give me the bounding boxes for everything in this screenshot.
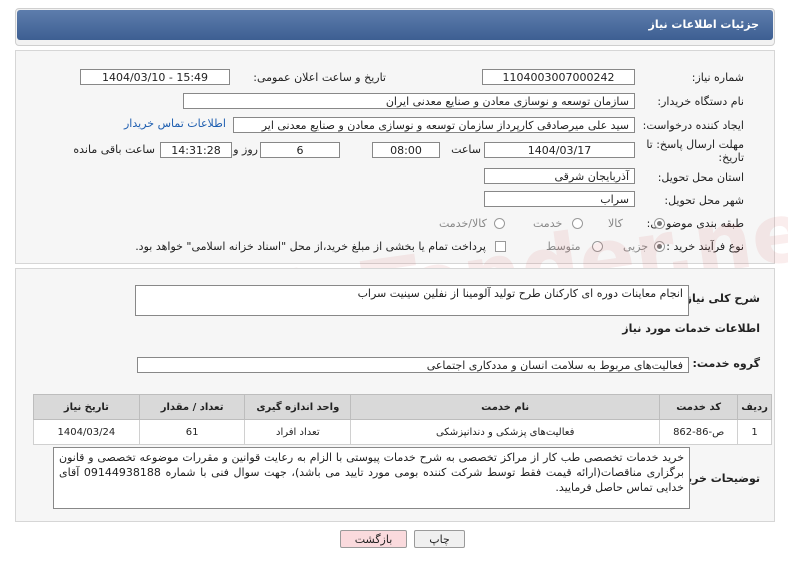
table-row: 1 ص-86-862 فعالیت‌های پزشکی و دندانپزشکی… [33,419,772,445]
deadline-label: مهلت ارسال پاسخ: تا [646,138,744,151]
purchase-minor-radio[interactable] [654,241,665,252]
table-header-row: ردیف کد خدمت نام خدمت واحد اندازه گیری ت… [33,394,772,420]
back-button[interactable]: بازگشت [340,530,407,548]
category-goods-service-label: کالا/خدمت [439,217,487,230]
col-row-header: ردیف [737,394,772,420]
header-frame: جزئیات اطلاعات نیاز [15,8,775,46]
category-goods-radio[interactable] [654,218,665,229]
province-label: استان محل تحویل: [657,171,744,184]
cell-qty: 61 [138,419,246,445]
deadline-time-field: 08:00 [372,142,440,158]
services-table: ردیف کد خدمت نام خدمت واحد اندازه گیری ت… [33,394,772,445]
remaining-time-label: ساعت باقی مانده [73,143,155,156]
announce-date-label: تاریخ و ساعت اعلان عمومی: [253,71,386,84]
deadline-label-date: تاریخ: [718,151,744,164]
requester-label: ایجاد کننده درخواست: [642,119,744,132]
print-button[interactable]: چاپ [414,530,465,548]
treasury-payment-checkbox[interactable] [495,241,506,252]
summary-field: انجام معاینات دوره ای کارکنان طرح تولید … [135,285,689,316]
services-heading: اطلاعات خدمات مورد نیاز [622,322,760,335]
cell-unit: تعداد افراد [244,419,352,445]
buyer-org-field: سازمان توسعه و نوسازی معادن و صنایع معدن… [183,93,635,109]
deadline-time-label: ساعت [451,143,481,156]
category-goods-service-radio[interactable] [494,218,505,229]
col-unit-header: واحد اندازه گیری [244,394,352,420]
city-label: شهر محل تحویل: [664,194,744,207]
purchase-medium-radio[interactable] [592,241,603,252]
requester-field: سید علی میرصادقی کارپرداز سازمان توسعه و… [233,117,635,133]
service-group-field: فعالیت‌های مربوط به سلامت انسان و مددکار… [137,357,689,373]
city-field: سراب [484,191,635,207]
cell-row: 1 [737,419,772,445]
announce-date-field: 1404/03/10 - 15:49 [80,69,230,85]
buyer-org-label: نام دستگاه خریدار: [657,95,744,108]
header-bar: جزئیات اطلاعات نیاز [17,10,773,40]
cell-date: 1404/03/24 [33,419,140,445]
purchase-type-label: نوع فرآیند خرید : [666,240,744,253]
category-goods-label: کالا [608,217,623,230]
category-service-radio[interactable] [572,218,583,229]
deadline-date-field: 1404/03/17 [484,142,635,158]
service-group-label: گروه خدمت: [692,357,760,370]
cell-code: ص-86-862 [659,419,739,445]
col-code-header: کد خدمت [659,394,739,420]
need-number-field: 1104003007000242 [482,69,635,85]
col-name-header: نام خدمت [350,394,661,420]
purchase-medium-label: متوسط [546,240,581,253]
summary-label: شرح کلی نیاز: [681,292,760,305]
page-title: جزئیات اطلاعات نیاز [648,18,760,31]
treasury-payment-note: پرداخت تمام یا بخشی از مبلغ خرید،از محل … [135,240,486,253]
remaining-time-field: 14:31:28 [160,142,232,158]
purchase-minor-label: جزیی [623,240,649,253]
category-service-label: خدمت [533,217,563,230]
buyer-notes-field: خرید خدمات تخصصی طب کار از مراکز تخصصی ب… [53,447,690,509]
days-field: 6 [260,142,340,158]
col-qty-header: تعداد / مقدار [138,394,246,420]
buyer-contact-link[interactable]: اطلاعات تماس خریدار [124,117,226,130]
cell-name: فعالیت‌های پزشکی و دندانپزشکی [350,419,661,445]
days-label: روز و [233,143,258,156]
province-field: آذربایجان شرقی [484,168,635,184]
col-date-header: تاریخ نیاز [33,394,140,420]
need-number-label: شماره نیاز: [691,71,744,84]
